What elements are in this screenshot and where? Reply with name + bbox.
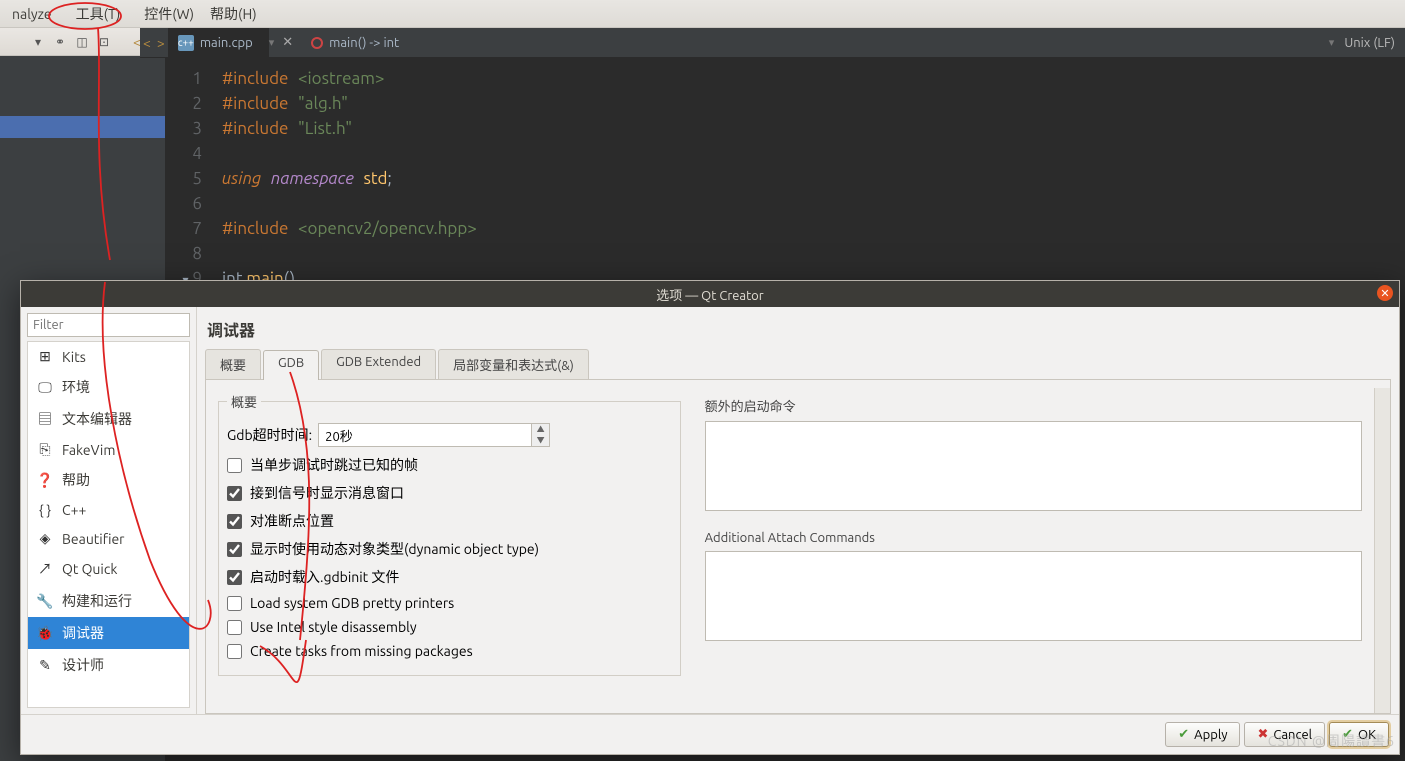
tab-overview[interactable]: 概要 [205,349,261,379]
filter-icon[interactable]: ▾ [30,34,46,50]
category-C++[interactable]: { } C++ [28,496,189,524]
category-FakeVim[interactable]: ⎘ FakeVim [28,435,189,464]
category-调试器[interactable]: 🐞 调试器 [28,617,189,649]
project-selected-row[interactable] [0,116,165,138]
split-icon[interactable]: ◫ [74,34,90,50]
tab-gdb[interactable]: GDB [263,350,319,380]
category-icon: ↗ [36,559,54,579]
category-label: 帮助 [62,470,90,490]
category-icon: 🖵 [36,379,54,396]
line-ending[interactable]: Unix (LF) [1334,36,1405,50]
file-tab-close-icon[interactable]: ✕ [274,35,301,50]
category-label: 调试器 [62,623,104,643]
category-list[interactable]: ⊞ Kits 🖵 环境 ▤ 文本编辑器 ⎘ FakeVim ❓ 帮助 { } C++ ◈ Beautifi… [27,341,190,708]
category-label: 文本编辑器 [62,409,132,429]
options-content: 调试器 概要 GDB GDB Extended 局部变量和表达式(&) 概要 G… [197,307,1399,714]
apply-button[interactable]: ✔Apply [1165,722,1240,747]
category-icon: { } [36,502,54,518]
tabbar: 概要 GDB GDB Extended 局部变量和表达式(&) [205,349,1391,379]
content-scrollbar[interactable] [1374,388,1390,713]
cpp-file-icon: c++ [178,35,194,51]
menu-analyze[interactable]: nalyze [4,4,60,24]
category-label: 设计师 [62,655,104,675]
category-label: 构建和运行 [62,591,132,611]
opt-load-pretty-printers[interactable]: Load system GDB pretty printers [227,595,672,611]
timeout-spinbox[interactable]: ▲▼ [318,423,550,447]
category-Beautifier[interactable]: ◈ Beautifier [28,524,189,553]
line-gutter: 12345678▾ 9 [166,56,216,293]
dialog-close-icon[interactable]: ✕ [1377,285,1393,301]
menubar: nalyze 工具(T) 控件(W) 帮助(H) [0,0,1405,28]
opt-dynamic-type[interactable]: 显示时使用动态对象类型(dynamic object type) [227,539,672,559]
category-icon: ◈ [36,530,54,547]
category-icon: 🐞 [36,625,54,642]
group-overview: 概要 Gdb超时时间: ▲▼ 当单步调试时跳过已知的帧 接到信号时显示消息窗口 … [218,392,681,676]
opt-adjust-bp[interactable]: 对准断点位置 [227,511,672,531]
category-label: Kits [62,349,86,365]
category-环境[interactable]: 🖵 环境 [28,371,189,403]
tab-gdb-content: 概要 Gdb超时时间: ▲▼ 当单步调试时跳过已知的帧 接到信号时显示消息窗口 … [205,379,1391,714]
category-设计师[interactable]: ✎ 设计师 [28,649,189,681]
category-icon: ✎ [36,657,54,674]
close-pane-icon[interactable]: ⊡ [96,34,112,50]
attach-cmds-title: Additional Attach Commands [705,531,1362,545]
opt-missing-pkgs[interactable]: Create tasks from missing packages [227,643,672,659]
timeout-label: Gdb超时时间: [227,425,312,445]
category-panel: ⊞ Kits 🖵 环境 ▤ 文本编辑器 ⎘ FakeVim ❓ 帮助 { } C++ ◈ Beautifi… [21,307,197,714]
category-icon: ❓ [36,472,54,489]
spin-up-icon[interactable]: ▲ [532,424,549,435]
category-帮助[interactable]: ❓ 帮助 [28,464,189,496]
menu-widgets[interactable]: 控件(W) [136,2,202,26]
category-构建和运行[interactable]: 🔧 构建和运行 [28,585,189,617]
category-label: 环境 [62,377,90,397]
nav-fwd-file-icon[interactable]: > [154,35,168,51]
page-title: 调试器 [207,317,1389,341]
category-label: Beautifier [62,531,124,547]
extra-start-title: 额外的启动命令 [705,396,1362,415]
filter-input[interactable] [27,313,190,337]
opt-skip-known-frames[interactable]: 当单步调试时跳过已知的帧 [227,455,672,475]
file-tab-main[interactable]: c++ main.cpp [168,28,269,57]
symbol-crumb-label: main() -> int [329,36,399,50]
menu-tools[interactable]: 工具(T) [60,2,137,26]
options-dialog: 选项 — Qt Creator ✕ ⊞ Kits 🖵 环境 ▤ 文本编辑器 ⎘ FakeVim… [20,280,1400,755]
dialog-footer: ✔Apply ✖Cancel ✔OK [21,714,1399,754]
timeout-value[interactable] [319,424,531,446]
category-label: C++ [62,502,86,518]
category-icon: ⊞ [36,348,54,365]
tab-locals[interactable]: 局部变量和表达式(&) [438,349,589,379]
category-Qt Quick[interactable]: ↗ Qt Quick [28,553,189,585]
link-icon[interactable]: ⚭ [52,34,68,50]
symbol-crumb[interactable]: main() -> int [301,28,409,57]
attach-commands[interactable] [705,551,1362,641]
category-文本编辑器[interactable]: ▤ 文本编辑器 [28,403,189,435]
spin-down-icon[interactable]: ▼ [532,435,549,446]
opt-load-gdbinit[interactable]: 启动时载入.gdbinit 文件 [227,567,672,587]
category-icon: 🔧 [36,593,54,610]
group-overview-title: 概要 [227,392,261,411]
check-icon: ✔ [1178,727,1189,742]
category-icon: ⎘ [36,441,54,458]
dialog-titlebar: 选项 — Qt Creator ✕ [21,281,1399,307]
category-label: FakeVim [62,442,115,458]
file-tab-label: main.cpp [200,36,253,50]
extra-start-commands[interactable] [705,421,1362,511]
editor-tabs: < > c++ main.cpp ▾ ✕ main() -> int ▾ Uni… [140,28,1405,58]
category-icon: ▤ [36,409,54,429]
opt-show-msg-on-signal[interactable]: 接到信号时显示消息窗口 [227,483,672,503]
nav-back-file-icon[interactable]: < [140,35,154,51]
category-label: Qt Quick [62,561,117,577]
opt-intel-disasm[interactable]: Use Intel style disassembly [227,619,672,635]
record-icon [311,37,323,49]
category-Kits[interactable]: ⊞ Kits [28,342,189,371]
menu-help[interactable]: 帮助(H) [202,2,265,26]
watermark: CSDN @周陽讀書6 [1268,731,1395,751]
code-content[interactable]: #include <iostream> #include "alg.h" #in… [216,56,477,293]
dialog-title: 选项 — Qt Creator [656,285,763,304]
tab-gdb-extended[interactable]: GDB Extended [321,349,436,379]
